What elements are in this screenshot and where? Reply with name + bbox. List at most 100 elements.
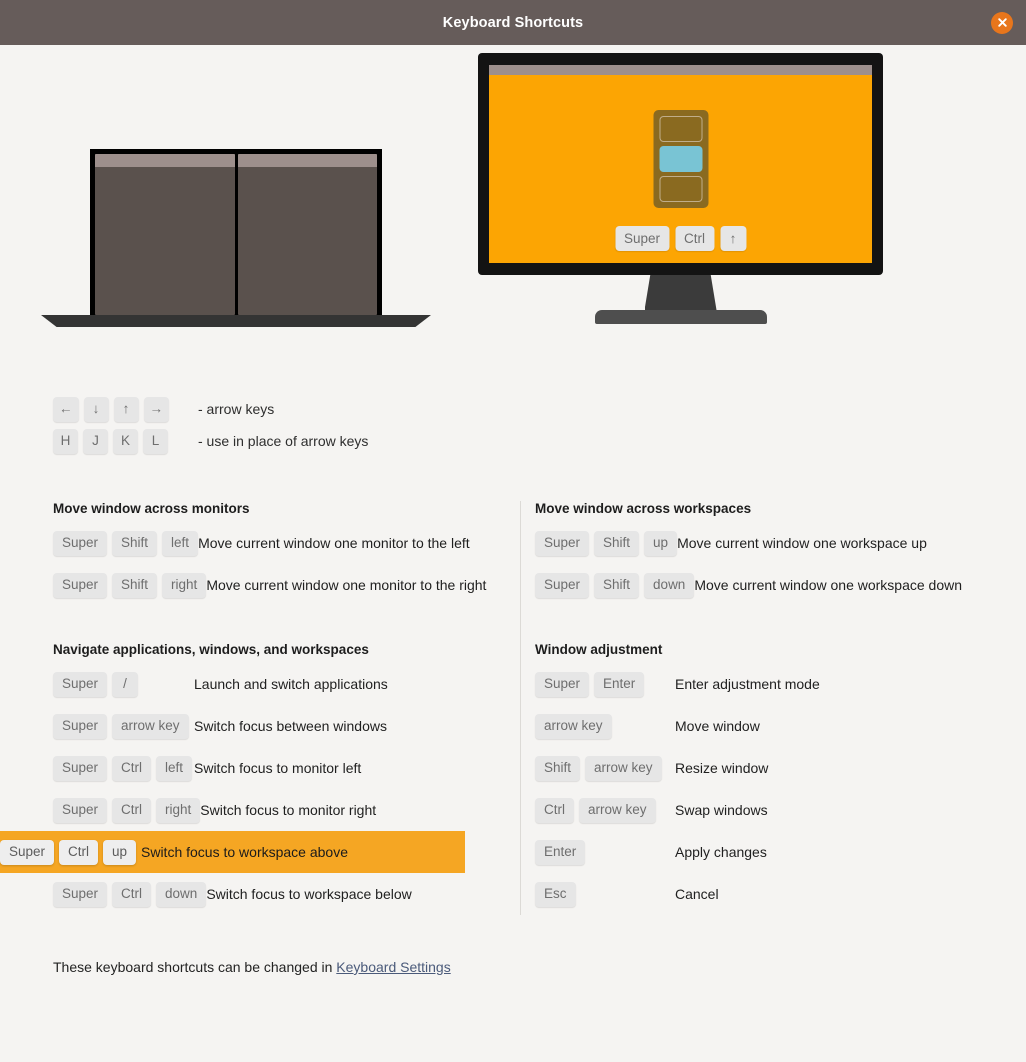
legend-keycap-group: ← ↓ ↑ → [53,396,198,422]
keycap: Ctrl [112,755,152,781]
keyboard-settings-link[interactable]: Keyboard Settings [336,959,450,975]
shortcut-row[interactable]: Super Ctrl right Switch focus to monitor ri… [0,789,513,831]
shortcut-row[interactable]: Enter Apply changes [525,831,1026,873]
shortcut-row[interactable]: Super arrow key Switch focus between windo… [0,705,513,747]
shortcut-row[interactable]: Super Enter Enter adjustment mode [525,663,1026,705]
shortcut-row-selected[interactable]: Super Ctrl up Switch focus to workspace abo… [0,831,465,873]
keycap-group: Super Ctrl right [53,797,201,823]
keycap: Super [53,755,108,781]
monitor-screen-titlebar [489,65,872,75]
monitor-bezel: Super Ctrl ↑ [478,53,883,275]
keycap-group: Super Enter [535,671,675,697]
keycap: Super [0,839,55,865]
shortcut-row[interactable]: Super Ctrl down Switch focus to workspace b… [0,873,513,915]
legend-row: HJKL- use in place of arrow keys [53,425,1026,457]
keycap: Ctrl [675,226,715,251]
keycap-group: Super Ctrl up [0,839,141,865]
workspace-cell-active [659,146,702,172]
shortcut-description: Move current window one workspace down [694,577,963,593]
keycap: L [143,428,168,454]
shortcut-row[interactable]: Super Shift down Move current window one wo… [525,564,1026,606]
shortcut-row[interactable]: Super Shift right Move current window one m… [0,564,513,606]
shortcut-section: Navigate applications, windows, and work… [0,642,513,915]
keycap: Ctrl [59,839,99,865]
shortcut-row[interactable]: Shift arrow key Resize window [525,747,1026,789]
shortcut-row[interactable]: Super Shift left Move current window one mo… [0,522,513,564]
shortcut-row[interactable]: Ctrl arrow key Swap windows [525,789,1026,831]
shortcut-row[interactable]: Super / Launch and switch applications [0,663,513,705]
keycap: up [644,530,678,556]
footer-text: These keyboard shortcuts can be changed … [53,959,337,975]
legend-row: ← ↓ ↑ → - arrow keys [53,393,1026,425]
keycap: Super [535,530,590,556]
shortcut-row[interactable]: Super Ctrl left Switch focus to monitor lef… [0,747,513,789]
monitor-keycap-group: Super Ctrl ↑ [614,226,747,251]
keycap: Esc [535,881,576,907]
keycap: → [143,396,169,422]
close-button[interactable] [991,11,1013,34]
shortcut-description: Apply changes [675,844,767,860]
keycap-group: Super Shift left [53,530,199,556]
keycap-group: arrow key [535,713,675,739]
shortcut-description: Switch focus to monitor right [200,802,377,818]
keycap-group: Super Shift down [535,572,695,598]
keycap: arrow key [579,797,656,823]
shortcut-row[interactable]: Esc Cancel [525,873,1026,915]
close-icon [997,18,1007,27]
keycap: Shift [112,572,158,598]
keycap-group: Super Shift up [535,530,678,556]
keycap: Super [53,881,108,907]
keycap: arrow key [535,713,612,739]
keycap: K [113,428,138,454]
shortcut-description: Cancel [675,886,719,902]
shortcut-description: Launch and switch applications [194,676,388,692]
keycap: Enter [594,671,645,697]
keycap-group: Ctrl arrow key [535,797,675,823]
laptop-base [41,315,431,327]
laptop-pane-titlebar [95,154,235,167]
laptop-window-pane [95,154,235,315]
shortcut-row[interactable]: arrow key Move window [525,705,1026,747]
monitor-illustration: Super Ctrl ↑ [478,53,883,324]
section-title: Move window across workspaces [535,501,752,516]
shortcut-description: Swap windows [675,802,768,818]
shortcut-section: Window adjustment Super Enter Enter adjustm… [525,642,1026,915]
section-title: Move window across monitors [53,501,250,516]
legend-description: - arrow keys [198,401,275,417]
keycap-group: Super Ctrl left [53,755,194,781]
keycap: down [644,572,695,598]
keycap: right [162,572,207,598]
laptop-illustration [41,149,431,327]
section-title: Navigate applications, windows, and work… [53,642,369,657]
workspace-cell [659,176,702,202]
illustration-area: Super Ctrl ↑ [0,45,1026,380]
shortcut-description: Move current window one monitor to the l… [198,535,470,551]
section-title: Window adjustment [535,642,663,657]
shortcut-row[interactable]: Super Shift up Move current window one work… [525,522,1026,564]
laptop-window-pane [237,154,377,315]
workspace-stack [653,110,708,208]
keycap: Ctrl [535,797,574,823]
keycap: Super [53,572,108,598]
keycap: up [103,839,137,865]
keycap: / [112,671,139,697]
keycap: ← [53,396,79,422]
laptop-screen [90,149,382,315]
monitor-screen: Super Ctrl ↑ [489,65,872,263]
keycap: down [156,881,207,907]
monitor-stand-base [594,310,767,324]
keycap: Super [614,226,670,251]
shortcut-description: Resize window [675,760,769,776]
keycap: arrow key [585,755,662,781]
keycap: H [53,428,78,454]
keycap: Super [535,572,590,598]
keycap: left [156,755,193,781]
shortcut-description: Move current window one monitor to the r… [206,577,487,593]
keycap: right [156,797,201,823]
keycap: Shift [112,530,158,556]
keycap: ↓ [83,396,109,422]
shortcut-column-left: Move window across monitors Super Shift lef… [0,501,513,915]
shortcut-description: Switch focus between windows [194,718,387,734]
shortcut-section: Move window across workspaces Super Shift u… [525,501,1026,606]
keycap: Shift [594,530,640,556]
